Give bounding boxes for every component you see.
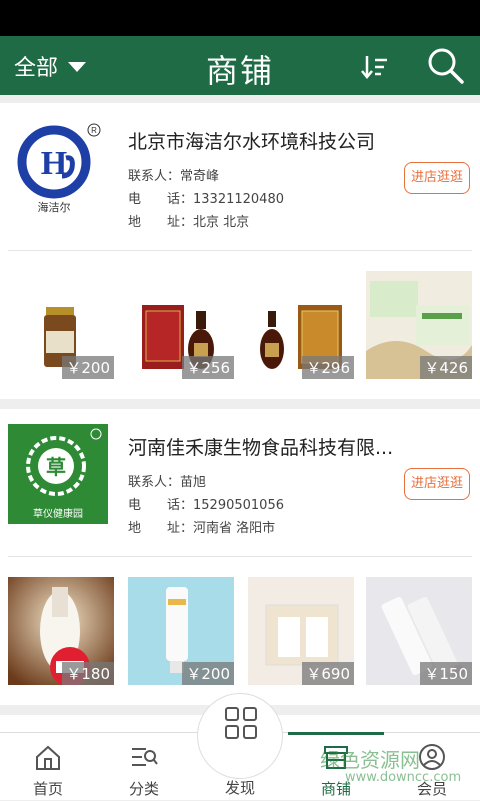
tab-label: 分类 bbox=[128, 780, 159, 798]
contact-label: 联系人： bbox=[128, 475, 181, 490]
shop-logo: H R 海洁尔 bbox=[8, 118, 108, 218]
home-icon bbox=[36, 745, 60, 770]
phone-value: 13321120480 bbox=[193, 192, 284, 207]
shop-list[interactable]: H R 海洁尔 北京市海洁尔水环境科技公司 联系人：常奇峰 电 话：133211… bbox=[0, 95, 480, 732]
grid-icon bbox=[225, 707, 257, 739]
product-thumb[interactable]: ￥180 bbox=[8, 577, 114, 685]
tab-discover[interactable]: 发现 bbox=[197, 693, 283, 797]
app-header: 全部 商铺 bbox=[0, 36, 480, 95]
category-icon bbox=[132, 748, 158, 766]
svg-text:草: 草 bbox=[46, 455, 66, 479]
enter-shop-button[interactable]: 进店逛逛 bbox=[404, 162, 470, 194]
tab-label: 首页 bbox=[32, 780, 63, 798]
product-price: ￥690 bbox=[302, 662, 354, 685]
tab-home[interactable]: 首页 bbox=[0, 733, 96, 801]
svg-text:海洁尔: 海洁尔 bbox=[38, 200, 71, 214]
product-thumb[interactable]: ￥200 bbox=[128, 577, 234, 685]
product-thumb[interactable]: ￥200 bbox=[8, 271, 114, 379]
search-button[interactable] bbox=[426, 46, 466, 86]
address-label: 地 址： bbox=[128, 521, 194, 536]
product-thumb[interactable]: ￥150 bbox=[366, 577, 472, 685]
watermark-url: www.downcc.com bbox=[345, 770, 462, 785]
contact-row: 联系人：苗旭 bbox=[128, 471, 206, 490]
address-row: 地 址：北京 北京 bbox=[128, 211, 249, 230]
address-value: 北京 北京 bbox=[193, 215, 250, 230]
phone-label: 电 话： bbox=[128, 192, 194, 207]
page-title: 商铺 bbox=[205, 52, 274, 90]
shop-card: 草 草仪健康园 河南佳禾康生物食品科技有限... 联系人：苗旭 电 话：1529… bbox=[0, 409, 480, 705]
product-price: ￥150 bbox=[420, 662, 472, 685]
svg-text:草仪健康园: 草仪健康园 bbox=[33, 507, 83, 520]
shop-logo: 草 草仪健康园 bbox=[8, 424, 108, 524]
address-label: 地 址： bbox=[128, 215, 194, 230]
watermark-text: 绿色资源网 bbox=[320, 748, 420, 772]
phone-row: 电 话：15290501056 bbox=[128, 494, 284, 513]
status-bar bbox=[0, 0, 480, 36]
address-row: 地 址：河南省 洛阳市 bbox=[128, 517, 275, 536]
member-icon bbox=[419, 744, 445, 770]
enter-shop-button[interactable]: 进店逛逛 bbox=[404, 468, 470, 500]
product-row: ￥200 ￥256 ￥296 ￥426 bbox=[8, 251, 472, 399]
sort-button[interactable] bbox=[360, 52, 390, 82]
contact-row: 联系人：常奇峰 bbox=[128, 165, 219, 184]
tab-category[interactable]: 分类 bbox=[96, 733, 192, 801]
product-thumb[interactable]: ￥426 bbox=[366, 271, 472, 379]
contact-value: 常奇峰 bbox=[180, 169, 220, 184]
product-price: ￥426 bbox=[420, 356, 472, 379]
address-value: 河南省 洛阳市 bbox=[193, 521, 276, 536]
product-price: ￥200 bbox=[62, 356, 114, 379]
product-thumb[interactable]: ￥256 bbox=[128, 271, 234, 379]
search-icon bbox=[428, 48, 464, 84]
product-price: ￥296 bbox=[302, 356, 354, 379]
shop-name: 北京市海洁尔水环境科技公司 bbox=[128, 131, 376, 153]
phone-label: 电 话： bbox=[128, 498, 194, 513]
shop-info[interactable]: H R 海洁尔 北京市海洁尔水环境科技公司 联系人：常奇峰 电 话：133211… bbox=[8, 103, 472, 251]
product-price: ￥200 bbox=[182, 662, 234, 685]
product-price: ￥256 bbox=[182, 356, 234, 379]
product-thumb[interactable]: ￥296 bbox=[248, 271, 354, 379]
shop-name: 河南佳禾康生物食品科技有限... bbox=[128, 437, 394, 459]
contact-label: 联系人： bbox=[128, 169, 181, 184]
sort-icon bbox=[361, 56, 387, 79]
product-price: ￥180 bbox=[62, 662, 114, 685]
active-tab-indicator bbox=[288, 732, 384, 735]
svg-text:R: R bbox=[91, 126, 97, 135]
shop-card: H R 海洁尔 北京市海洁尔水环境科技公司 联系人：常奇峰 电 话：133211… bbox=[0, 103, 480, 399]
phone-row: 电 话：13321120480 bbox=[128, 188, 284, 207]
contact-value: 苗旭 bbox=[180, 475, 207, 490]
tab-label: 发现 bbox=[224, 779, 255, 797]
phone-value: 15290501056 bbox=[193, 498, 284, 513]
product-row: ￥180 ￥200 ￥690 ￥150 bbox=[8, 557, 472, 705]
shop-info[interactable]: 草 草仪健康园 河南佳禾康生物食品科技有限... 联系人：苗旭 电 话：1529… bbox=[8, 409, 472, 557]
product-thumb[interactable]: ￥690 bbox=[248, 577, 354, 685]
